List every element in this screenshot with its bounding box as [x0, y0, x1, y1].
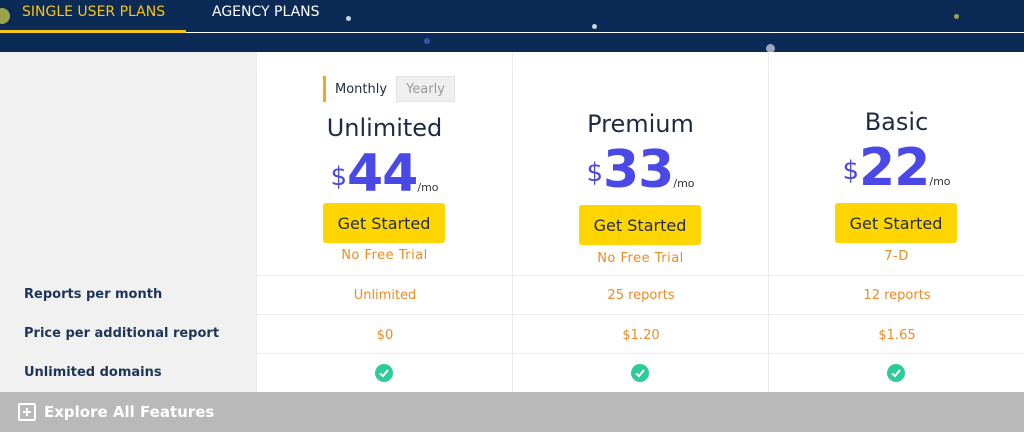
plan-card-unlimited: Monthly Yearly Unlimited $44/mo Get Star… [256, 52, 512, 392]
trial-note: 7-D [884, 249, 909, 264]
check-icon [375, 364, 393, 382]
feature-label-domains: Unlimited domains [24, 365, 162, 380]
plan-name: Unlimited [326, 114, 443, 142]
price-currency: $ [842, 156, 859, 186]
decor-dot [592, 24, 597, 29]
check-icon [631, 364, 649, 382]
decor-dot [424, 38, 430, 44]
plan-type-header: SINGLE USER PLANS AGENCY PLANS [0, 0, 1024, 52]
price-currency: $ [330, 162, 347, 192]
trial-note: No Free Trial [341, 248, 428, 263]
plan-price: $44/mo [257, 144, 512, 204]
reports-value: 12 reports [863, 288, 931, 303]
price-currency: $ [586, 158, 603, 188]
check-icon [887, 364, 905, 382]
plan-name: Basic [864, 108, 929, 136]
price-period: /mo [417, 181, 439, 194]
get-started-button[interactable]: Get Started [835, 203, 957, 243]
row-divider [256, 314, 1024, 315]
reports-value: Unlimited [353, 288, 417, 303]
billing-option-monthly[interactable]: Monthly [323, 76, 397, 102]
price-period: /mo [673, 177, 695, 190]
active-tab-indicator [0, 30, 186, 33]
plan-name: Premium [587, 110, 694, 138]
feature-label-additional-price: Price per additional report [24, 326, 220, 341]
trial-note: No Free Trial [597, 251, 684, 266]
tab-agency-plans[interactable]: AGENCY PLANS [212, 4, 320, 20]
price-amount: 44 [347, 144, 418, 204]
plan-card-basic: Basic $22/mo Get Started 7-D 12 reports … [768, 52, 1024, 392]
price-amount: 33 [603, 140, 674, 200]
plan-card-premium: Premium $33/mo Get Started No Free Trial… [512, 52, 768, 392]
explore-features-label: Explore All Features [44, 403, 215, 421]
row-divider [256, 353, 1024, 354]
billing-toggle: Monthly Yearly [323, 76, 455, 102]
row-divider [256, 275, 1024, 276]
decor-dot [346, 16, 351, 21]
get-started-button[interactable]: Get Started [579, 205, 701, 245]
get-started-button[interactable]: Get Started [323, 203, 445, 243]
decor-dot [766, 44, 775, 52]
decor-dot [0, 8, 10, 24]
price-period: /mo [929, 175, 951, 188]
additional-report-price: $1.20 [622, 328, 660, 343]
feature-label-reports: Reports per month [24, 287, 163, 302]
additional-report-price: $0 [376, 328, 394, 343]
reports-value: 25 reports [607, 288, 675, 303]
feature-label-column: Reports per month Price per additional r… [0, 52, 256, 392]
plus-square-icon [18, 403, 36, 421]
decor-dot [954, 14, 959, 19]
tab-single-user-plans[interactable]: SINGLE USER PLANS [22, 4, 165, 20]
explore-features-bar[interactable]: Explore All Features [0, 392, 1024, 432]
plan-price: $33/mo [513, 140, 768, 200]
additional-report-price: $1.65 [878, 328, 916, 343]
billing-option-yearly[interactable]: Yearly [396, 76, 455, 102]
price-amount: 22 [859, 138, 930, 198]
plan-price: $22/mo [769, 138, 1024, 198]
